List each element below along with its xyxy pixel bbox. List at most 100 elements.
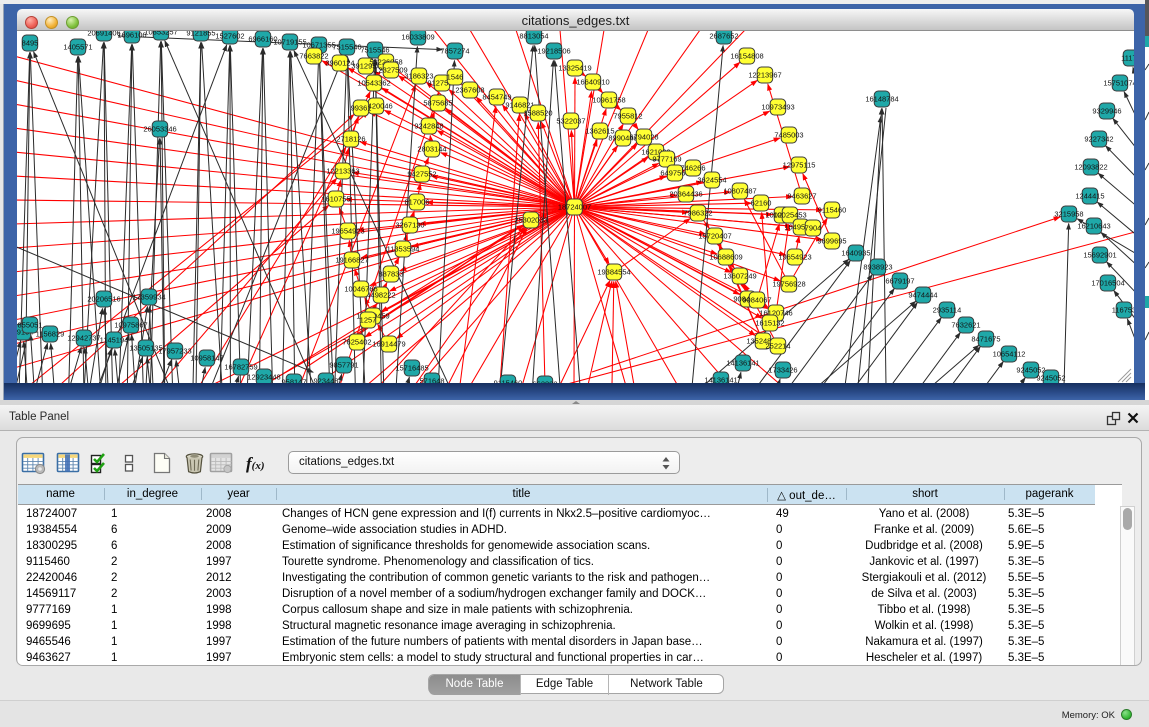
svg-text:1145194: 1145194	[100, 336, 129, 345]
svg-text:817006: 817006	[404, 198, 429, 207]
svg-text:8495: 8495	[22, 39, 39, 48]
svg-text:1257: 1257	[360, 316, 377, 325]
svg-text:1588520: 1588520	[523, 109, 552, 118]
svg-text:12942737: 12942737	[67, 334, 100, 343]
svg-text:9329946: 9329946	[1092, 107, 1121, 116]
svg-text:11170: 11170	[1121, 54, 1134, 63]
svg-text:17359934: 17359934	[132, 293, 165, 302]
svg-text:25302033: 25302033	[514, 216, 547, 225]
svg-text:7632621: 7632621	[951, 321, 980, 330]
svg-text:887833: 887833	[378, 270, 403, 279]
svg-text:2803144: 2803144	[417, 145, 446, 154]
svg-text:2718126: 2718126	[336, 135, 365, 144]
svg-text:1640935: 1640935	[841, 249, 870, 258]
svg-text:10958147: 10958147	[190, 354, 223, 363]
svg-text:15692901: 15692901	[1083, 251, 1116, 260]
svg-text:16210643: 16210643	[1077, 222, 1110, 231]
svg-text:1610755: 1610755	[321, 195, 350, 204]
svg-text:12923448: 12923448	[247, 373, 280, 382]
svg-text:12327509: 12327509	[374, 66, 407, 75]
svg-text:10961758: 10961758	[592, 96, 625, 105]
svg-text:7485003: 7485003	[774, 131, 803, 140]
svg-text:12975115: 12975115	[783, 161, 816, 170]
svg-text:1527602: 1527602	[215, 32, 244, 41]
svg-text:14136141: 14136141	[704, 376, 737, 383]
svg-text:12093822: 12093822	[1074, 163, 1107, 172]
svg-text:20691406: 20691406	[87, 31, 120, 38]
svg-text:18724007: 18724007	[558, 203, 591, 212]
svg-text:16782759: 16782759	[224, 363, 257, 372]
svg-text:19166827: 19166827	[335, 256, 368, 265]
svg-text:8938923: 8938923	[863, 263, 892, 272]
svg-text:99361: 99361	[351, 104, 372, 113]
svg-text:19218506: 19218506	[537, 47, 570, 56]
svg-text:10543362: 10543362	[357, 79, 390, 88]
svg-text:7515546: 7515546	[360, 46, 389, 55]
svg-text:9427552: 9427552	[407, 170, 436, 179]
svg-text:3267130: 3267130	[395, 221, 424, 230]
svg-text:16640910: 16640910	[576, 78, 609, 87]
svg-text:9227342: 9227342	[1084, 135, 1113, 144]
svg-text:571648: 571648	[419, 377, 444, 383]
svg-text:12213967: 12213967	[748, 71, 781, 80]
svg-text:16154808: 16154808	[730, 52, 763, 61]
svg-text:9777169: 9777169	[652, 155, 681, 164]
svg-text:15716485: 15716485	[395, 364, 428, 373]
svg-text:7625402: 7625402	[342, 338, 371, 347]
svg-text:10046766: 10046766	[344, 285, 377, 294]
svg-text:20364436: 20364436	[669, 190, 702, 199]
svg-text:1696106: 1696106	[117, 31, 146, 40]
svg-text:1546: 1546	[447, 73, 464, 82]
svg-text:3960124: 3960124	[325, 59, 354, 68]
svg-text:1733426: 1733426	[768, 366, 797, 375]
svg-text:7904: 7904	[805, 224, 822, 233]
svg-text:9115460: 9115460	[818, 206, 847, 215]
svg-text:16033809: 16033809	[401, 33, 434, 42]
svg-text:9245052: 9245052	[1036, 374, 1065, 383]
svg-text:12213363: 12213363	[326, 167, 359, 176]
svg-text:9857791: 9857791	[329, 361, 358, 370]
svg-text:116753: 116753	[1112, 306, 1134, 315]
svg-text:1156829: 1156829	[36, 330, 65, 339]
svg-text:9242848: 9242848	[414, 122, 443, 131]
svg-text:10807487: 10807487	[723, 187, 756, 196]
svg-text:663822: 663822	[532, 380, 557, 383]
svg-text:746266: 746266	[680, 164, 705, 173]
svg-text:10853257: 10853257	[144, 31, 177, 37]
svg-text:9115460: 9115460	[494, 379, 523, 383]
svg-text:9474444: 9474444	[908, 291, 937, 300]
svg-text:3215958: 3215958	[1054, 210, 1083, 219]
svg-text:9463627: 9463627	[787, 192, 816, 201]
svg-text:20206516: 20206516	[87, 295, 120, 304]
svg-text:15720407: 15720407	[698, 232, 731, 241]
svg-text:1615132: 1615132	[755, 319, 784, 328]
svg-text:9084067: 9084067	[742, 296, 771, 305]
svg-text:5322037: 5322037	[556, 117, 585, 126]
svg-text:958147: 958147	[281, 378, 306, 383]
svg-text:855051: 855051	[17, 321, 42, 330]
svg-text:7955812: 7955812	[613, 112, 642, 121]
svg-text:7986322: 7986322	[683, 209, 712, 218]
svg-text:7515546: 7515546	[332, 43, 361, 52]
svg-text:1405571: 1405571	[63, 43, 92, 52]
svg-text:62160: 62160	[751, 199, 772, 208]
svg-text:2367608: 2367608	[455, 86, 484, 95]
svg-text:10688609: 10688609	[709, 253, 742, 262]
svg-text:6794028: 6794028	[629, 133, 658, 142]
svg-text:2935114: 2935114	[933, 306, 962, 315]
svg-text:252214: 252214	[765, 342, 790, 351]
svg-text:19654923: 19654923	[778, 253, 811, 262]
svg-text:8471675: 8471675	[971, 335, 1000, 344]
svg-text:7857274: 7857274	[440, 47, 469, 56]
svg-text:5875685: 5875685	[423, 99, 452, 108]
svg-text:8813054: 8813054	[519, 32, 548, 41]
svg-text:6679197: 6679197	[885, 277, 914, 286]
svg-text:19654923: 19654923	[331, 227, 364, 236]
svg-text:923448: 923448	[313, 377, 338, 383]
svg-text:14136141: 14136141	[726, 359, 759, 368]
svg-text:9121855: 9121855	[186, 31, 215, 38]
svg-text:3624554: 3624554	[697, 176, 726, 185]
svg-text:16914479: 16914479	[372, 340, 405, 349]
svg-text:7663822: 7663822	[299, 52, 328, 61]
svg-text:19756928: 19756928	[772, 280, 805, 289]
